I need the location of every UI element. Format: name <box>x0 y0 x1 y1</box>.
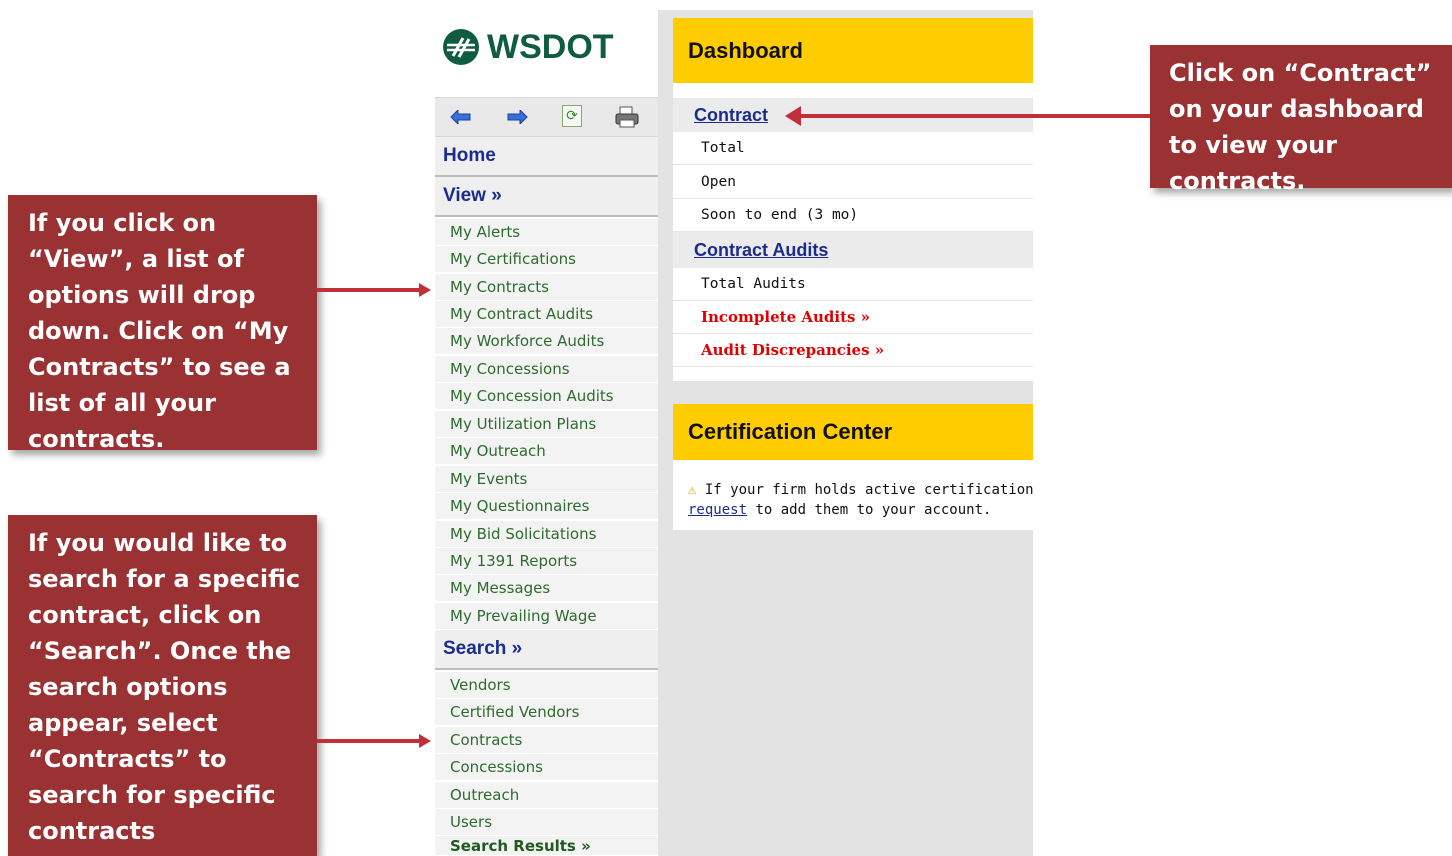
callout-contract: Click on “Contract” on your dashboard to… <box>1150 45 1452 195</box>
callout-search-arrowhead <box>419 734 431 748</box>
menu-item-my-concession-audits[interactable]: My Concession Audits <box>435 383 658 410</box>
nav-home[interactable]: Home <box>435 137 658 177</box>
dashboard-panel: Contract Total Open Soon to end (3 mo) C… <box>673 83 1033 381</box>
menu-item-my-events[interactable]: My Events <box>435 466 658 493</box>
menu-item-concessions[interactable]: Concessions <box>435 754 658 781</box>
callout-search: If you would like to search for a specif… <box>8 515 317 856</box>
menu-item-outreach[interactable]: Outreach <box>435 782 658 809</box>
menu-item-my-concessions[interactable]: My Concessions <box>435 356 658 383</box>
menu-item-my-alerts[interactable]: My Alerts <box>435 219 658 246</box>
contract-row-total: Total <box>673 132 1033 165</box>
incomplete-audits-link[interactable]: Incomplete Audits » <box>673 301 1033 334</box>
warning-icon: ⚠ <box>688 482 697 498</box>
callout-contract-arrowhead <box>785 106 801 126</box>
menu-item-my-contracts[interactable]: My Contracts <box>435 274 658 301</box>
menu-item-my-1391-reports[interactable]: My 1391 Reports <box>435 548 658 575</box>
toolbar: ⟳ <box>435 97 658 137</box>
request-link[interactable]: request <box>688 502 747 518</box>
dashboard-header: Dashboard <box>673 18 1033 83</box>
menu-item-my-outreach[interactable]: My Outreach <box>435 438 658 465</box>
callout-contract-arrow <box>800 114 1150 118</box>
menu-item-my-contract-audits[interactable]: My Contract Audits <box>435 301 658 328</box>
menu-item-contracts[interactable]: Contracts <box>435 727 658 754</box>
printer-icon[interactable] <box>615 105 639 129</box>
arrow-left-icon[interactable] <box>449 105 473 129</box>
callout-search-arrow <box>317 739 420 743</box>
wsdot-emblem-icon <box>443 29 479 65</box>
menu-item-my-workforce-audits[interactable]: My Workforce Audits <box>435 328 658 355</box>
menu-item-my-prevailing-wage[interactable]: My Prevailing Wage <box>435 603 658 630</box>
menu-item-my-utilization-plans[interactable]: My Utilization Plans <box>435 411 658 438</box>
contract-row-soon-to-end: Soon to end (3 mo) <box>673 199 1033 232</box>
main-content: Dashboard Contract Total Open Soon to en… <box>658 10 1033 856</box>
menu-item-vendors[interactable]: Vendors <box>435 672 658 699</box>
certification-line1: If your firm holds active certifications… <box>704 482 1033 498</box>
refresh-icon[interactable]: ⟳ <box>562 105 582 127</box>
menu-item-my-certifications[interactable]: My Certifications <box>435 246 658 273</box>
audit-row-total: Total Audits <box>673 268 1033 301</box>
certification-text: ⚠ If your firm holds active certificatio… <box>673 480 1033 520</box>
sidebar: WSDOT ⟳ Home View » My Alerts My Certifi… <box>435 0 658 856</box>
callout-view-arrow <box>317 288 420 292</box>
menu-item-search-results[interactable]: Search Results » <box>435 836 658 856</box>
contract-row-open: Open <box>673 166 1033 199</box>
audit-discrepancies-link[interactable]: Audit Discrepancies » <box>673 334 1033 367</box>
callout-view-arrowhead <box>419 283 431 297</box>
callout-view: If you click on “View”, a list of option… <box>8 195 317 453</box>
nav-view[interactable]: View » <box>435 177 658 217</box>
menu-item-certified-vendors[interactable]: Certified Vendors <box>435 699 658 726</box>
logo-text: WSDOT <box>487 27 614 66</box>
certification-center-header: Certification Center <box>673 404 1033 460</box>
menu-item-my-questionnaires[interactable]: My Questionnaires <box>435 493 658 520</box>
nav-search[interactable]: Search » <box>435 630 658 670</box>
menu-item-my-bid-solicitations[interactable]: My Bid Solicitations <box>435 521 658 548</box>
menu-item-my-messages[interactable]: My Messages <box>435 575 658 602</box>
certification-line2: to add them to your account. <box>747 502 992 518</box>
arrow-right-icon[interactable] <box>505 105 529 129</box>
menu-item-users[interactable]: Users <box>435 809 658 836</box>
wsdot-logo[interactable]: WSDOT <box>441 22 614 72</box>
contract-audits-link[interactable]: Contract Audits <box>673 232 1033 268</box>
